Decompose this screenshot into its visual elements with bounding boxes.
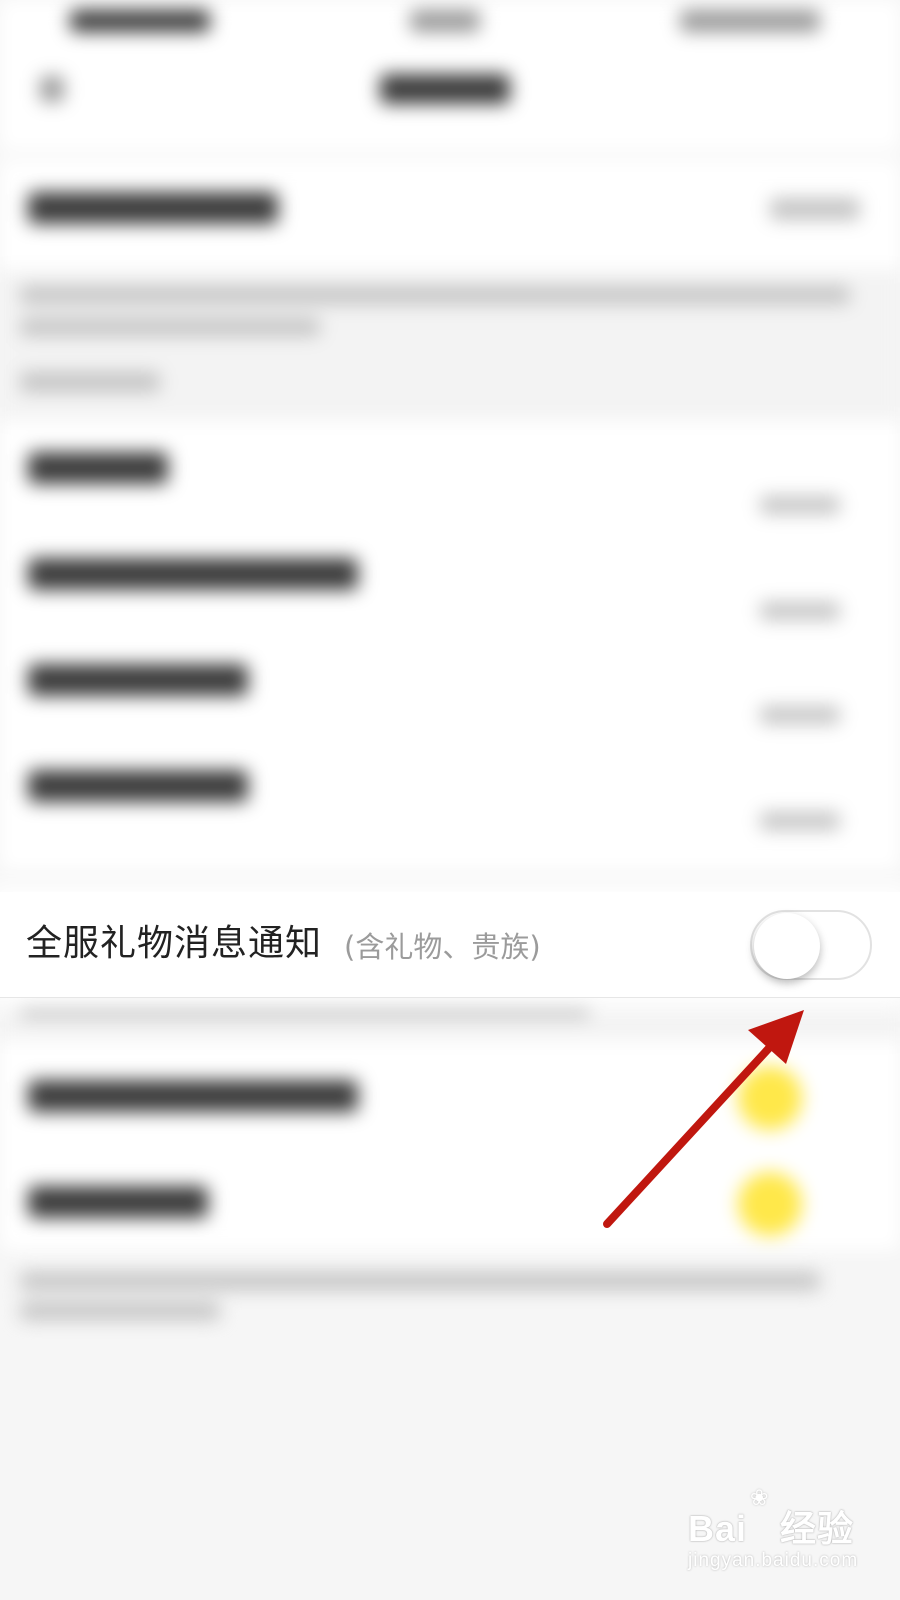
blurred-background-page bbox=[0, 0, 900, 1600]
setting-subtitle: (含礼物、贵族) bbox=[344, 930, 541, 964]
gift-notification-toggle[interactable] bbox=[750, 910, 872, 980]
toggle-knob bbox=[754, 913, 820, 979]
row-divider bbox=[0, 997, 900, 998]
baidu-watermark: ❀ Bai 经验 jingyan.baidu.com bbox=[688, 1486, 859, 1571]
setting-row-gift-notification: 全服礼物消息通知 (含礼物、贵族) bbox=[0, 892, 900, 998]
setting-title: 全服礼物消息通知 bbox=[26, 923, 323, 964]
